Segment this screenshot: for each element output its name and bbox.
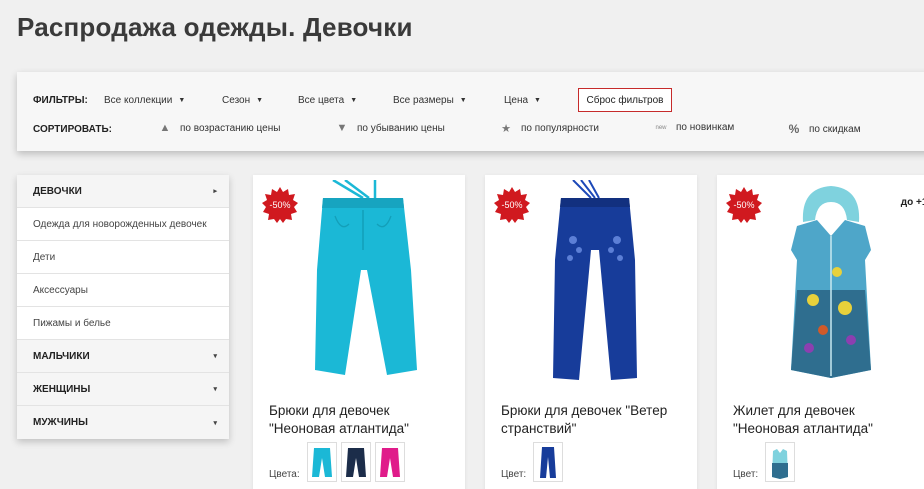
sidebar-item-kids[interactable]: Дети	[17, 241, 229, 274]
discount-badge: -50%	[262, 187, 298, 223]
sidebar-item-girls[interactable]: ДЕВОЧКИ ▸	[17, 175, 229, 208]
product-image[interactable]	[747, 180, 907, 385]
sidebar-item-label: Пижамы и белье	[33, 317, 111, 329]
triangle-up-icon: ▲	[159, 122, 171, 134]
color-swatch[interactable]	[341, 442, 371, 482]
colors-label: Цвет:	[733, 469, 759, 480]
pants-thumbnail-icon	[346, 448, 366, 477]
triangle-down-icon: ▼	[336, 122, 348, 134]
pants-thumbnail-icon	[380, 448, 400, 477]
filter-label: Все коллекции	[104, 95, 173, 106]
sort-new[interactable]: new по новинкам	[654, 122, 734, 133]
caret-down-icon: ▼	[256, 97, 264, 104]
caret-down-icon: ▼	[350, 97, 358, 104]
sort-option-label: по скидкам	[809, 123, 861, 135]
sidebar-item-label: Аксессуары	[33, 284, 88, 296]
sort-discount[interactable]: % по скидкам	[787, 122, 861, 136]
filter-label: Все размеры	[393, 95, 454, 106]
page-title: Распродажа одежды. Девочки	[17, 12, 413, 42]
sidebar-item-boys[interactable]: МАЛЬЧИКИ ▾	[17, 340, 229, 373]
category-sidebar: ДЕВОЧКИ ▸ Одежда для новорожденных девоч…	[17, 175, 229, 439]
sidebar-item-accessories[interactable]: Аксессуары	[17, 274, 229, 307]
color-swatch[interactable]	[533, 442, 563, 482]
filter-colors-dropdown[interactable]: Все цвета ▼	[298, 95, 357, 106]
sort-option-label: по возрастанию цены	[180, 122, 281, 134]
filter-price-dropdown[interactable]: Цена ▼	[504, 95, 541, 106]
sidebar-item-label: ЖЕНЩИНЫ	[33, 383, 91, 395]
product-card[interactable]: -50% Брюки для девочек "Неоновая атланти…	[253, 175, 465, 489]
product-image[interactable]	[283, 180, 443, 385]
reset-filters-button[interactable]: Сброс фильтров	[578, 88, 672, 112]
chevron-down-icon: ▾	[213, 353, 217, 360]
filter-collections-dropdown[interactable]: Все коллекции ▼	[104, 95, 185, 106]
vest-thumbnail-icon	[772, 449, 788, 479]
caret-down-icon: ▼	[534, 97, 541, 104]
product-image[interactable]	[515, 180, 675, 385]
filter-label: Все цвета	[298, 95, 345, 106]
sort-option-label: по убыванию цены	[357, 122, 445, 134]
sidebar-item-label: Одежда для новорожденных девочек	[33, 218, 207, 230]
sidebar-item-pajamas[interactable]: Пижамы и белье	[17, 307, 229, 340]
color-swatch[interactable]	[765, 442, 795, 482]
color-swatch[interactable]	[375, 442, 405, 482]
temperature-label: до +10°	[900, 197, 924, 208]
product-card[interactable]: -50% Брюки для девочек "Ветер странствий…	[485, 175, 697, 489]
sidebar-item-label: ДЕВОЧКИ	[33, 185, 82, 197]
chevron-right-icon: ▸	[213, 188, 217, 195]
sidebar-item-newborn-girls[interactable]: Одежда для новорожденных девочек	[17, 208, 229, 241]
color-swatch[interactable]	[307, 442, 337, 482]
caret-down-icon: ▼	[459, 97, 467, 104]
sidebar-item-women[interactable]: ЖЕНЩИНЫ ▾	[17, 373, 229, 406]
filter-sizes-dropdown[interactable]: Все размеры ▼	[393, 95, 467, 106]
discount-badge: -50%	[494, 187, 530, 223]
discount-text: -50%	[501, 200, 523, 210]
sort-price-desc[interactable]: ▼ по убыванию цены	[335, 122, 445, 134]
sidebar-item-men[interactable]: МУЖЧИНЫ ▾	[17, 406, 229, 439]
filter-label: Цена	[504, 95, 529, 106]
caret-down-icon: ▼	[178, 97, 186, 104]
sidebar-item-label: МУЖЧИНЫ	[33, 417, 88, 428]
sort-option-label: по популярности	[521, 123, 599, 134]
pants-thumbnail-icon	[312, 448, 332, 477]
star-icon: ★	[501, 123, 511, 135]
filters-label: ФИЛЬТРЫ:	[33, 95, 88, 106]
sort-popularity[interactable]: ★ по популярности	[499, 122, 599, 135]
product-card[interactable]: -50% до +10° Жилет для девочек "Неоновая…	[717, 175, 924, 489]
discount-text: -50%	[269, 200, 291, 210]
filter-panel: ФИЛЬТРЫ: Все коллекции ▼ Сезон ▼ Все цвета…	[17, 72, 924, 151]
sort-label: СОРТИРОВАТЬ:	[33, 124, 112, 135]
colors-label: Цвета:	[269, 469, 300, 480]
product-name[interactable]: Брюки для девочек "Ветер странствий"	[501, 402, 691, 438]
product-name[interactable]: Брюки для девочек "Неоновая атлантида"	[269, 402, 459, 438]
sidebar-item-label: Дети	[33, 251, 56, 263]
filter-label: Сезон	[222, 95, 251, 106]
chevron-down-icon: ▾	[213, 419, 217, 427]
filter-season-dropdown[interactable]: Сезон ▼	[222, 95, 263, 106]
colors-label: Цвет:	[501, 469, 527, 480]
product-name[interactable]: Жилет для девочек "Неоновая атлантида"	[733, 402, 923, 438]
sort-price-asc[interactable]: ▲ по возрастанию цены	[158, 122, 281, 134]
sort-option-label: по новинкам	[676, 122, 735, 133]
sidebar-item-label: МАЛЬЧИКИ	[33, 350, 90, 362]
discount-text: -50%	[733, 200, 755, 210]
percent-icon: %	[788, 122, 800, 136]
discount-badge: -50%	[726, 187, 762, 223]
new-icon: new	[655, 124, 667, 131]
pants-thumbnail-icon	[540, 447, 556, 478]
chevron-down-icon: ▾	[213, 386, 217, 393]
